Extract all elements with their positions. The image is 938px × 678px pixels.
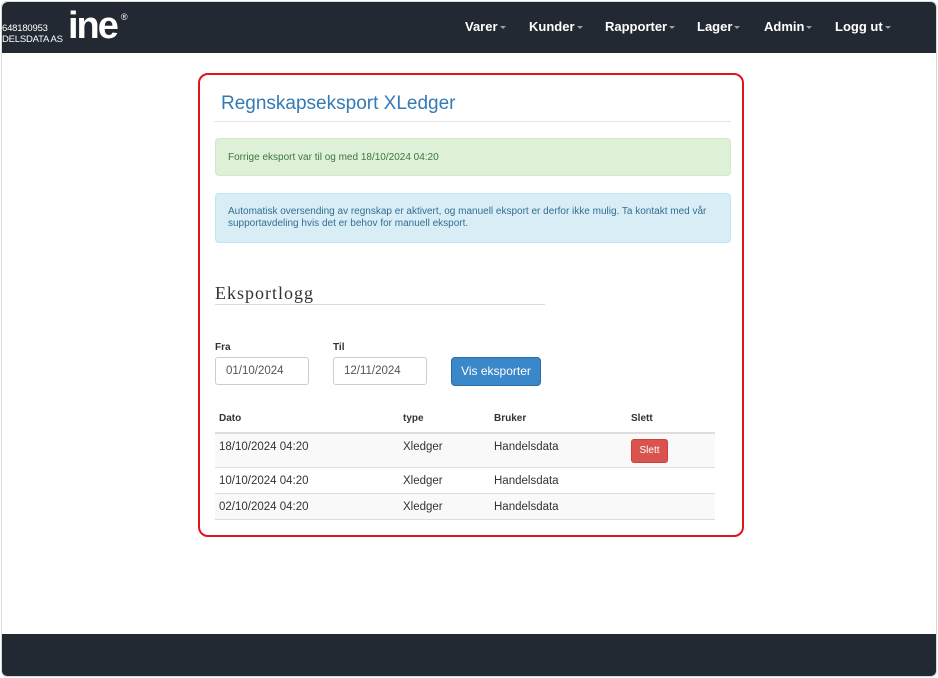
delete-export-button[interactable]: Slett [631, 439, 668, 463]
nav-menu-rapporter[interactable]: Rapporter [605, 19, 676, 34]
row-user: Handelsdata [494, 501, 559, 513]
brand-line-2: DELSDATA AS [2, 34, 63, 45]
from-label: Fra [215, 342, 231, 353]
column-header-user: Bruker [494, 413, 527, 424]
caret-down-icon [669, 26, 676, 30]
row-type: Xledger [403, 501, 443, 513]
section-divider [215, 304, 545, 305]
title-divider [214, 121, 731, 122]
brand-line-1: 648180953 [2, 23, 48, 34]
top-navbar: 648180953 DELSDATA AS ine ® Varer Kunder… [2, 2, 936, 53]
nav-menu-kunder[interactable]: Kunder [529, 19, 583, 34]
caret-down-icon [499, 26, 506, 30]
show-exports-button[interactable]: Vis eksporter [451, 357, 541, 386]
nav-menu-label: Logg ut [835, 19, 883, 34]
row-date: 02/10/2024 04:20 [219, 501, 309, 513]
nav-menu-label: Rapporter [605, 19, 668, 34]
table-row: 18/10/2024 04:20 Xledger Handelsdata Sle… [215, 434, 715, 468]
registered-mark: ® [121, 12, 128, 22]
page-footer [2, 634, 936, 676]
nav-menu-varer[interactable]: Varer [465, 19, 506, 34]
row-date: 10/10/2024 04:20 [219, 475, 309, 487]
column-header-delete: Slett [631, 413, 653, 424]
table-row: 10/10/2024 04:20 Xledger Handelsdata [215, 468, 715, 494]
nav-menu-label: Lager [697, 19, 733, 34]
nav-menu-label: Varer [465, 19, 498, 34]
to-date-input[interactable] [333, 357, 427, 385]
nav-menu-admin[interactable]: Admin [764, 19, 813, 34]
column-header-type: type [403, 413, 424, 424]
brand-logo[interactable]: ine [68, 6, 119, 46]
nav-menu-label: Admin [764, 19, 805, 34]
caret-down-icon [576, 26, 583, 30]
from-date-input[interactable] [215, 357, 309, 385]
caret-down-icon [734, 26, 741, 30]
row-type: Xledger [403, 441, 443, 453]
nav-menu-logg-ut[interactable]: Logg ut [835, 19, 891, 34]
nav-menu-lager[interactable]: Lager [697, 19, 741, 34]
row-user: Handelsdata [494, 441, 559, 453]
export-panel: Regnskapseksport XLedger Forrige eksport… [198, 73, 744, 537]
app-window: 648180953 DELSDATA AS ine ® Varer Kunder… [1, 1, 937, 677]
to-label: Til [333, 342, 345, 353]
column-header-date: Dato [219, 413, 242, 424]
row-user: Handelsdata [494, 475, 559, 487]
row-date: 18/10/2024 04:20 [219, 441, 309, 453]
page-title: Regnskapseksport XLedger [221, 93, 456, 114]
last-export-alert: Forrige eksport var til og med 18/10/202… [215, 138, 731, 176]
table-row: 02/10/2024 04:20 Xledger Handelsdata [215, 494, 715, 520]
auto-export-info-alert: Automatisk oversending av regnskap er ak… [215, 193, 731, 243]
caret-down-icon [806, 26, 813, 30]
export-log-heading: Eksportlogg [215, 283, 314, 303]
row-type: Xledger [403, 475, 443, 487]
brand-company-text: 648180953 DELSDATA AS [2, 23, 63, 45]
caret-down-icon [884, 26, 891, 30]
nav-menu-label: Kunder [529, 19, 575, 34]
